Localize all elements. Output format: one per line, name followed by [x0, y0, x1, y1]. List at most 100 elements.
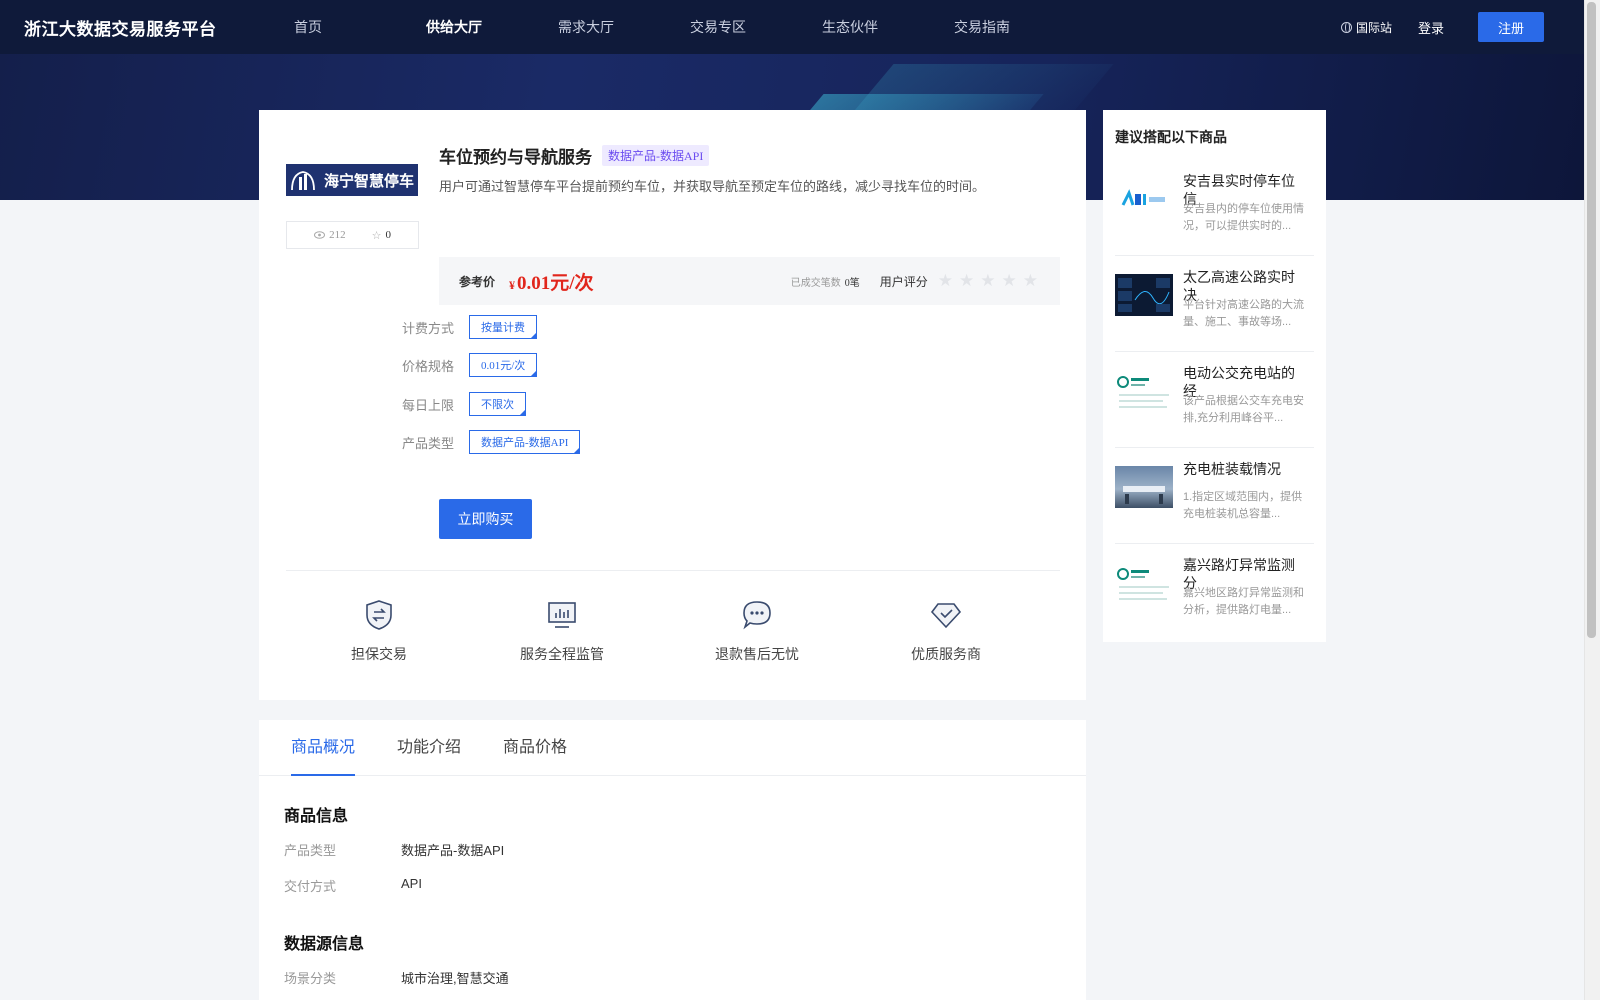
- charging-station-photo: [1123, 486, 1165, 504]
- price-value: ¥0.01元/次: [509, 268, 594, 295]
- price-label: 参考价: [459, 274, 496, 289]
- recommended-item-desc: 平台针对高速公路的大流量、施工、事故等场...: [1183, 299, 1304, 328]
- feature-label: 优质服务商: [911, 646, 981, 662]
- shield-exchange-icon: [366, 600, 392, 630]
- info-row: 产品类型 数据产品-数据API: [284, 840, 504, 859]
- info-key: 交付方式: [284, 879, 337, 894]
- feature-full-supervision: 服务全程监管: [492, 598, 632, 664]
- rating-label: 用户评分: [879, 274, 928, 289]
- product-detail-card: 商品概况 功能介绍 商品价格 商品信息 产品类型 数据产品-数据API 交付方式…: [259, 720, 1086, 1000]
- monitor-chart-icon: [548, 602, 576, 628]
- deal-count: 已成交笔数 0笔: [791, 274, 860, 289]
- product-thumbnail: [1115, 178, 1173, 220]
- product-title-row: 车位预约与导航服务 数据产品-数据API: [439, 143, 710, 168]
- recommended-item-desc: 安吉县内的停车位使用情况，可以提供实时的...: [1183, 203, 1304, 232]
- recommended-item[interactable]: 电动公交充电站的经 该产品根据公交车充电安排,充分利用峰谷平...: [1115, 352, 1314, 448]
- recommended-item[interactable]: 太乙高速公路实时决 平台针对高速公路的大流量、施工、事故等场...: [1115, 256, 1314, 352]
- spec-label: 计费方式: [402, 320, 455, 336]
- register-button[interactable]: 注册: [1478, 12, 1544, 42]
- product-card: 海宁智慧停车 212 ☆ 0 车位预约与导航服务 数据产品-数据API 用户可通…: [259, 110, 1086, 700]
- info-key: 场景分类: [284, 971, 337, 986]
- spec-option-billing[interactable]: 按量计费: [469, 315, 537, 339]
- product-thumbnail: [1115, 466, 1173, 508]
- product-thumbnail: [1115, 370, 1173, 412]
- recommended-item-desc: 该产品根据公交车充电安排,充分利用峰谷平...: [1183, 395, 1304, 424]
- section-title-data-source: 数据源信息: [284, 936, 365, 953]
- product-type-tag: 数据产品-数据API: [602, 145, 710, 166]
- spec-label: 价格规格: [402, 358, 455, 374]
- product-stats: 212 ☆ 0: [286, 221, 419, 249]
- nav-demand-hall[interactable]: 需求大厅: [558, 17, 690, 37]
- recommended-item[interactable]: 充电桩装载情况 1.指定区域范围内，提供充电桩装机总容量...: [1115, 448, 1314, 544]
- info-key: 产品类型: [284, 843, 337, 858]
- recommended-item[interactable]: 嘉兴路灯异常监测分 嘉兴地区路灯异常监测和分析，提供路灯电量...: [1115, 544, 1314, 640]
- main-nav: 首页 供给大厅 需求大厅 交易专区 生态伙伴 交易指南: [294, 17, 1086, 37]
- recommended-title: 建议搭配以下商品: [1115, 129, 1227, 145]
- site-logo[interactable]: 浙江大数据交易服务平台: [24, 15, 264, 40]
- favorite-count[interactable]: ☆ 0: [372, 229, 391, 242]
- recommended-products-panel: 建议搭配以下商品 安吉县实时停车位信 安吉县内的停车位使用情况，可以提供实时的.…: [1103, 110, 1326, 642]
- product-description: 用户可通过智慧停车平台提前预约车位，并获取导航至预定车位的路线，减少寻找车位的时…: [439, 179, 986, 194]
- spec-option-product-type[interactable]: 数据产品-数据API: [469, 430, 581, 454]
- tab-features[interactable]: 功能介绍: [397, 720, 461, 776]
- top-navbar: 浙江大数据交易服务平台 首页 供给大厅 需求大厅 交易专区 生态伙伴 交易指南 …: [0, 0, 1584, 54]
- eye-icon: [314, 231, 326, 239]
- spec-price: 价格规格 0.01元/次: [402, 353, 538, 377]
- feature-refund-service: 退款售后无忧: [687, 598, 827, 664]
- feature-label: 退款售后无忧: [715, 646, 799, 662]
- product-thumbnail: [1115, 274, 1173, 316]
- product-thumbnail: [1115, 562, 1173, 604]
- star-outline-icon: ☆: [371, 229, 382, 242]
- spec-option-daily-limit[interactable]: 不限次: [469, 392, 526, 416]
- nav-home[interactable]: 首页: [294, 17, 426, 37]
- nav-partners[interactable]: 生态伙伴: [822, 17, 954, 37]
- price-amount: 0.01元/次: [517, 272, 594, 294]
- recommended-item-desc: 1.指定区域范围内，提供充电桩装机总容量...: [1183, 491, 1303, 520]
- page-scrollbar-thumb[interactable]: [1587, 2, 1596, 638]
- info-value: API: [401, 876, 422, 891]
- star-icon[interactable]: ★: [1002, 271, 1017, 291]
- deal-count-label: 已成交笔数: [790, 277, 841, 289]
- header-actions: 国际站 登录 注册: [1340, 12, 1544, 42]
- provider-logo-text: 海宁智慧停车: [324, 172, 415, 190]
- nav-trade-guide[interactable]: 交易指南: [954, 17, 1086, 37]
- view-count-value: 212: [329, 229, 346, 241]
- state-grid-logo-image: [1117, 376, 1169, 408]
- tab-pricing[interactable]: 商品价格: [503, 720, 567, 776]
- star-icon[interactable]: ★: [1023, 271, 1038, 291]
- spec-billing: 计费方式 按量计费: [402, 315, 537, 339]
- detail-tabs: 商品概况 功能介绍 商品价格: [259, 720, 1086, 776]
- spec-option-price[interactable]: 0.01元/次: [469, 353, 538, 377]
- product-provider-logo: 海宁智慧停车: [286, 164, 418, 196]
- feature-guaranteed-trade: 担保交易: [309, 598, 449, 664]
- divider: [286, 570, 1060, 571]
- recommended-item[interactable]: 安吉县实时停车位信 安吉县内的停车位使用情况，可以提供实时的...: [1115, 160, 1314, 256]
- star-icon[interactable]: ★: [980, 271, 995, 291]
- state-grid-logo-image: [1117, 568, 1169, 600]
- info-row: 场景分类 城市治理,智慧交通: [284, 968, 509, 987]
- feature-label: 服务全程监管: [520, 646, 604, 662]
- feature-label: 担保交易: [351, 646, 407, 662]
- adi-logo-image: [1121, 189, 1165, 206]
- currency-symbol: ¥: [509, 277, 516, 292]
- price-bar: 参考价 ¥0.01元/次 已成交笔数 0笔 用户评分 ★ ★ ★ ★ ★: [439, 257, 1060, 305]
- info-value: 城市治理,智慧交通: [401, 971, 509, 986]
- recommended-item-desc: 嘉兴地区路灯异常监测和分析，提供路灯电量...: [1183, 587, 1304, 616]
- feature-quality-provider: 优质服务商: [876, 598, 1016, 664]
- section-title-product-info: 商品信息: [284, 808, 349, 825]
- star-icon[interactable]: ★: [938, 271, 953, 291]
- tab-overview[interactable]: 商品概况: [291, 720, 356, 776]
- spec-product-type: 产品类型 数据产品-数据API: [402, 430, 581, 454]
- login-link[interactable]: 登录: [1418, 18, 1444, 37]
- international-site-link[interactable]: 国际站: [1340, 19, 1392, 36]
- rating-stars[interactable]: ★ ★ ★ ★ ★: [938, 271, 1038, 291]
- deal-count-value: 0笔: [844, 277, 860, 289]
- buy-now-button[interactable]: 立即购买: [439, 499, 532, 539]
- favorite-count-value: 0: [385, 229, 391, 241]
- spec-label: 每日上限: [402, 397, 455, 413]
- info-value: 数据产品-数据API: [401, 843, 505, 858]
- star-icon[interactable]: ★: [959, 271, 974, 291]
- nav-trade-zone[interactable]: 交易专区: [690, 17, 822, 37]
- spec-label: 产品类型: [402, 435, 455, 451]
- nav-supply-hall[interactable]: 供给大厅: [426, 17, 558, 37]
